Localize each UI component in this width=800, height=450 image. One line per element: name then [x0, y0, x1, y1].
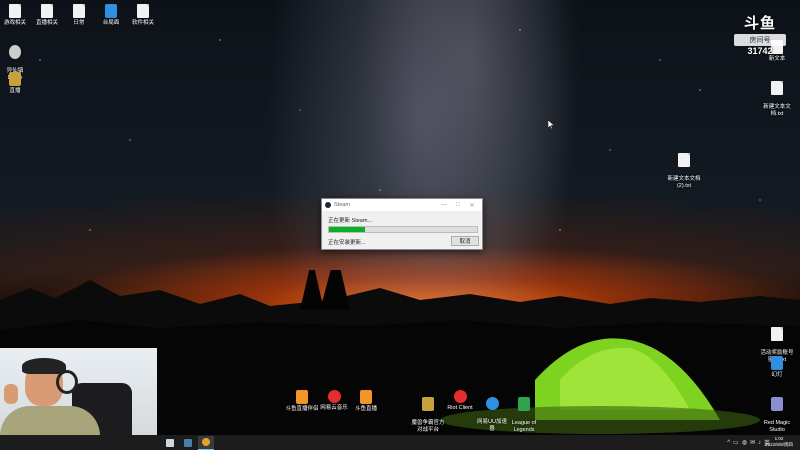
chrome-icon [202, 438, 210, 446]
douyu-logo: 斗鱼 [743, 15, 776, 32]
desktop-icon-label: 幻灯 [771, 372, 783, 378]
tray-network-icon[interactable]: ◍ [742, 439, 747, 446]
desktop-icon-douyu[interactable]: 斗鱼直播 [336, 390, 396, 413]
desktop-icon-new-text-doc-2[interactable]: 新建文本文档 (2).txt [654, 146, 714, 190]
file-explorer-icon [166, 438, 174, 447]
dialog-title: Steam [334, 202, 350, 208]
file-icon [137, 4, 149, 18]
dialog-titlebar[interactable]: Steam — □ ✕ [322, 199, 482, 211]
desktop-icon-label: League of Legends [511, 420, 537, 433]
room-number: 31742 [747, 46, 773, 56]
steam-icon [184, 438, 192, 447]
desktop-icon-slides[interactable]: 幻灯 [747, 356, 800, 379]
desktop-icon-label: 新建文本文 档.txt [763, 104, 791, 117]
headset-icon [56, 370, 78, 394]
desktop-icon-label: 软件相关 [131, 20, 154, 26]
douyu-icon [360, 390, 372, 404]
steam-logo-icon [325, 202, 331, 208]
update-progress-bar [328, 226, 478, 233]
game-icon [9, 45, 21, 59]
desktop-icon-label: 直播 [9, 88, 21, 94]
webcam-person-body [0, 406, 100, 435]
webcam-person-hand [4, 384, 18, 404]
taskbar-steam[interactable] [180, 436, 196, 449]
desktop-icon-stream[interactable]: 直播 [0, 72, 45, 95]
desktop-icon-label: 魔兽争霸官方 对战平台 [411, 420, 445, 433]
taskbar-chrome[interactable] [198, 435, 214, 450]
tray-message-icon[interactable]: ✉ [750, 439, 755, 446]
app-icon [771, 397, 783, 411]
webcam-overlay [0, 348, 157, 435]
desktop-icon-new-text-doc[interactable]: 新建文本文 档.txt [747, 74, 800, 118]
text-file-icon [771, 327, 783, 341]
text-file-icon [771, 81, 783, 95]
taskbar-explorer[interactable] [162, 436, 178, 449]
desktop-icon-label: Red Magic Studio [763, 420, 791, 433]
room-label: 房间号 [734, 34, 786, 46]
desktop-icon-red-magic[interactable]: Red Magic Studio [747, 390, 800, 434]
taskbar: ^ ▭ ◍ ✉ ♪ 英 1:02 2022/6/9/周四 [0, 435, 800, 450]
desktop-icon-league[interactable]: League of Legends [494, 390, 554, 434]
desktop-icon-software-folder[interactable]: 软件相关 [113, 4, 173, 27]
clock-date: 2022/6/9/周四 [765, 442, 793, 447]
lol-icon [518, 397, 530, 411]
cancel-button[interactable]: 取消 [451, 236, 479, 246]
progress-fill [329, 227, 365, 232]
tray-battery-icon[interactable]: ▭ [733, 439, 739, 446]
install-status: 正在安装更新... [328, 240, 366, 246]
minimize-button[interactable]: — [437, 202, 451, 208]
mouse-cursor-icon [548, 120, 554, 129]
steam-update-dialog: Steam — □ ✕ 正在更新 Steam... 正在安装更新... 取消 [321, 198, 483, 250]
update-status: 正在更新 Steam... [328, 218, 373, 224]
desktop-icon-label: 新建文本文档 (2).txt [667, 176, 701, 189]
maximize-button[interactable]: □ [451, 202, 465, 208]
desktop-icon-label: 新文本 [768, 56, 786, 62]
taskbar-clock[interactable]: 1:02 2022/6/9/周四 [760, 436, 798, 448]
text-file-icon [678, 153, 690, 167]
app-icon [9, 72, 21, 86]
tray-overflow-icon[interactable]: ^ [727, 440, 730, 446]
douyu-watermark: 斗鱼 房间号 31742 [734, 12, 786, 56]
desktop-icon-label: 斗鱼直播 [354, 406, 377, 412]
close-button[interactable]: ✕ [465, 202, 479, 209]
app-icon [771, 356, 783, 370]
